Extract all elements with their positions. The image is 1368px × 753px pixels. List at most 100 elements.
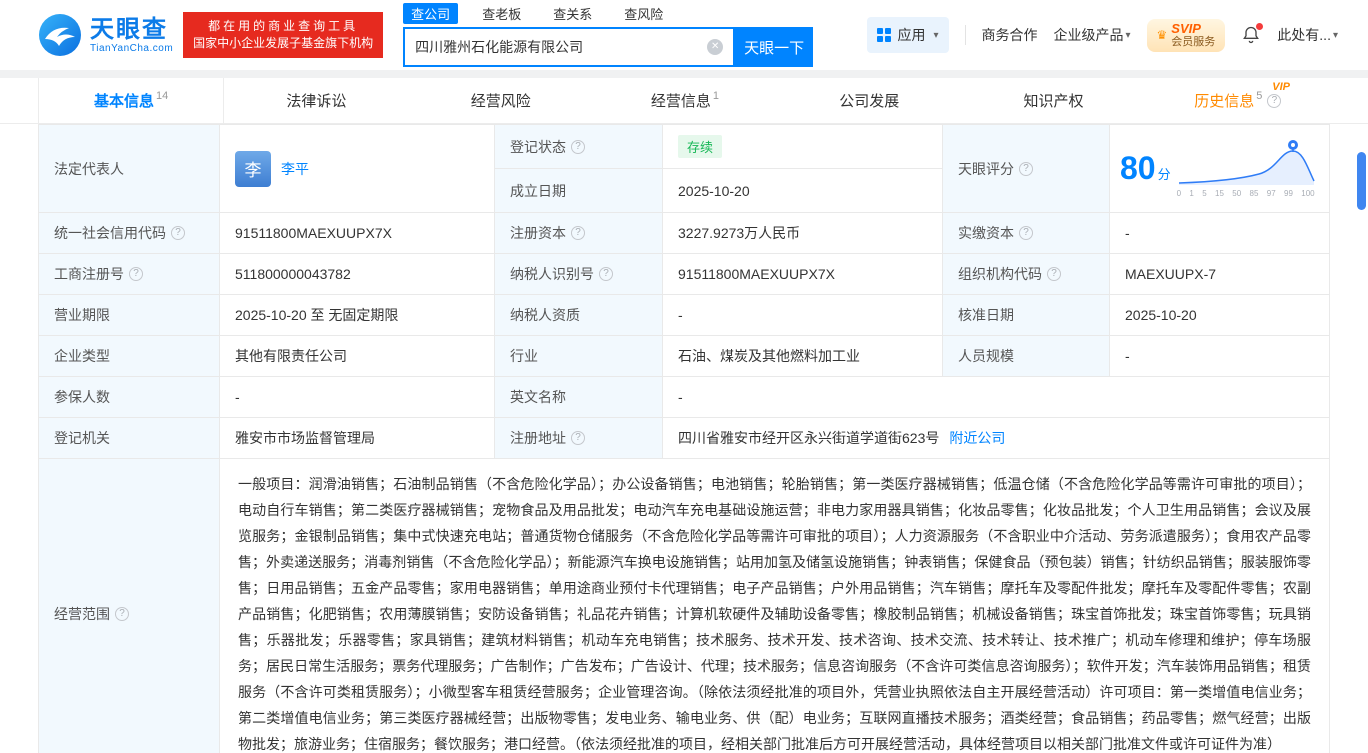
- status-badge: 存续: [678, 135, 723, 158]
- search-tab-risk[interactable]: 查风险: [616, 3, 671, 24]
- score-chart: 01 5 15 50 85 97 99 100: [1177, 139, 1315, 198]
- help-icon[interactable]: [571, 226, 585, 240]
- tab-legal-proceedings[interactable]: 法律诉讼: [224, 78, 408, 123]
- tab-operation-risk[interactable]: 经营风险: [409, 78, 593, 123]
- field-label-taxpayer-id: 纳税人识别号: [495, 254, 663, 295]
- apps-menu[interactable]: 应用 ▾: [867, 17, 949, 53]
- field-label-organization-code: 组织机构代码: [943, 254, 1110, 295]
- field-label-insured-count: 参保人数: [39, 377, 220, 418]
- business-scope-value: 一般项目：润滑油销售；石油制品销售（不含危险化学品）；办公设备销售；电池销售；轮…: [238, 476, 1311, 752]
- registration-authority-value: 雅安市市场监督管理局: [220, 418, 495, 459]
- field-label-registration-status: 登记状态: [495, 125, 663, 169]
- brand-name: 天眼查: [90, 15, 168, 43]
- tab-label: 历史信息: [1194, 93, 1255, 110]
- tab-label: 法律诉讼: [286, 93, 347, 110]
- help-icon[interactable]: [1267, 93, 1282, 108]
- score-cell: 80 分 01 5 15 50 85 97 99 100: [1110, 125, 1329, 213]
- industry-value: 石油、煤炭及其他燃料加工业: [663, 336, 943, 377]
- search-box: ✕: [403, 27, 736, 67]
- search-input[interactable]: [415, 39, 708, 55]
- search-tab-company[interactable]: 查公司: [403, 2, 459, 24]
- enterprise-products-link[interactable]: 企业级产品 ▾: [1054, 25, 1131, 45]
- help-icon[interactable]: [1019, 226, 1033, 240]
- notification-bell-icon[interactable]: [1241, 23, 1264, 45]
- approval-date-value: 2025-10-20: [1110, 295, 1329, 336]
- apps-label: 应用: [897, 27, 926, 43]
- help-icon[interactable]: [571, 431, 585, 445]
- field-label-taxpayer-qualification: 纳税人资质: [495, 295, 663, 336]
- tab-label: 公司发展: [839, 93, 900, 110]
- help-icon[interactable]: [115, 607, 129, 621]
- notification-dot: [1256, 23, 1264, 30]
- help-icon[interactable]: [571, 139, 585, 154]
- header: 天眼查 TianYanCha.com 都在用的商业查询工具 国家中小企业发展子基…: [0, 0, 1368, 70]
- tab-company-development[interactable]: 公司发展: [777, 78, 961, 123]
- field-label-paid-in-capital: 实缴资本: [943, 213, 1110, 254]
- legal-representative-link[interactable]: 李平: [281, 159, 309, 179]
- svip-badge[interactable]: ♛ SVIP 会员服务: [1146, 18, 1226, 52]
- company-type-value: 其他有限责任公司: [220, 336, 495, 377]
- field-label-registered-address: 注册地址: [495, 418, 663, 459]
- score-axis: 01 5 15 50 85 97 99 100: [1176, 189, 1315, 198]
- banner-line1: 都在用的商业查询工具: [208, 19, 359, 33]
- divider: [964, 25, 966, 45]
- search-area: 查公司 查老板 查关系 查风险 ✕ 天眼一下: [403, 2, 814, 67]
- field-label-establish-date: 成立日期: [495, 169, 663, 213]
- tab-operation-info[interactable]: 经营信息 1: [593, 78, 777, 123]
- business-cooperation-link[interactable]: 商务合作: [982, 25, 1038, 45]
- help-icon[interactable]: [171, 226, 185, 240]
- brand-domain: TianYanCha.com: [90, 42, 174, 54]
- help-icon[interactable]: [129, 267, 143, 281]
- tab-basic-info[interactable]: 基本信息 14: [38, 78, 225, 123]
- help-icon[interactable]: [1047, 267, 1061, 281]
- tab-intellectual-property[interactable]: 知识产权: [961, 78, 1145, 123]
- scrollbar-thumb[interactable]: [1357, 152, 1366, 210]
- field-label-industry: 行业: [495, 336, 663, 377]
- field-label-approval-date: 核准日期: [943, 295, 1110, 336]
- insured-count-value: -: [220, 377, 495, 418]
- enterprise-products-label: 企业级产品: [1053, 27, 1124, 43]
- field-label-business-scope: 经营范围: [39, 459, 220, 753]
- taxpayer-qualification-value: -: [663, 295, 943, 336]
- user-name: 此处有...: [1277, 27, 1331, 43]
- field-label-registration-number: 工商注册号: [39, 254, 220, 295]
- section-tabs: 基本信息 14 法律诉讼 经营风险 经营信息 1 公司发展 知识产权 VIP 历…: [0, 78, 1368, 124]
- header-menu: 应用 ▾ 商务合作 企业级产品 ▾ ♛ SVIP 会员服务 此处有... ▾: [867, 17, 1338, 53]
- legal-representative-value: 李 李平: [220, 125, 495, 213]
- chevron-down-icon: ▾: [933, 29, 939, 41]
- organization-code-value: MAEXUUPX-7: [1110, 254, 1329, 295]
- establish-date-value: 2025-10-20: [663, 169, 943, 213]
- promo-banner: 都在用的商业查询工具 国家中小企业发展子基金旗下机构: [183, 12, 384, 58]
- grid-icon: [877, 28, 892, 42]
- staff-size-value: -: [1110, 336, 1329, 377]
- banner-line2: 国家中小企业发展子基金旗下机构: [193, 36, 374, 50]
- tab-label: 知识产权: [1023, 93, 1084, 110]
- search-tab-relation[interactable]: 查关系: [545, 3, 600, 24]
- logo[interactable]: 天眼查 TianYanCha.com: [38, 13, 173, 57]
- crown-icon: ♛: [1156, 28, 1168, 42]
- field-label-english-name: 英文名称: [495, 377, 663, 418]
- credit-code-value: 91511800MAEXUUPX7X: [220, 213, 495, 254]
- paid-in-capital-value: -: [1110, 213, 1329, 254]
- tab-count: 1: [712, 89, 720, 102]
- field-label-business-term: 营业期限: [39, 295, 220, 336]
- registered-address-value: 四川省雅安市经开区永兴街道学道街623号 附近公司: [663, 418, 1329, 459]
- clear-icon[interactable]: ✕: [707, 39, 724, 55]
- basic-info-table: 法定代表人 李 李平 登记状态 存续 成立日期 2025-10-20 天眼评分 …: [38, 124, 1330, 753]
- chevron-down-icon: ▾: [1332, 29, 1338, 41]
- search-tab-boss[interactable]: 查老板: [474, 3, 529, 24]
- field-label-credit-code: 统一社会信用代码: [39, 213, 220, 254]
- field-label-staff-size: 人员规模: [943, 336, 1110, 377]
- search-button[interactable]: 天眼一下: [735, 27, 814, 67]
- field-label-company-type: 企业类型: [39, 336, 220, 377]
- tab-history-info[interactable]: VIP 历史信息 5: [1146, 78, 1330, 123]
- nearby-companies-link[interactable]: 附近公司: [949, 428, 1005, 448]
- tab-count: 14: [156, 89, 169, 102]
- user-menu[interactable]: 此处有... ▾: [1277, 25, 1338, 45]
- avatar[interactable]: 李: [235, 150, 271, 187]
- help-icon[interactable]: [1019, 161, 1033, 176]
- field-label-score: 天眼评分: [943, 125, 1110, 213]
- help-icon[interactable]: [599, 267, 613, 281]
- field-label-legal-representative: 法定代表人: [39, 125, 220, 213]
- score-value[interactable]: 80 分: [1120, 150, 1171, 187]
